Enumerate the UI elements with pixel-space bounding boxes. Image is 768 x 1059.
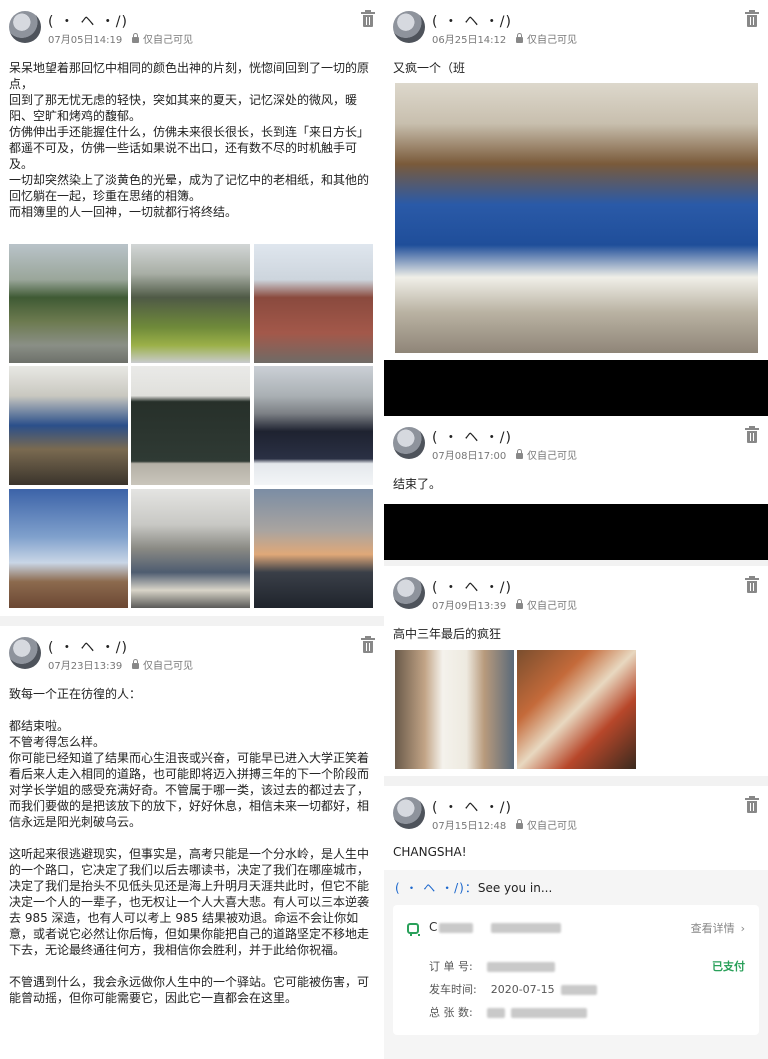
paragraph: 致每一个正在彷徨的人： bbox=[9, 687, 142, 701]
post-text: 又疯一个（班 bbox=[393, 61, 466, 75]
post-card: ( ・ ヘ ・/) 06月25日14:12 仅自己可见 又疯一个（班 bbox=[384, 0, 768, 360]
post-header: ( ・ ヘ ・/) 07月09日13:39 仅自己可见 bbox=[384, 566, 768, 614]
avatar[interactable] bbox=[393, 577, 425, 609]
bus-icon bbox=[407, 923, 420, 936]
chevron-right-icon: › bbox=[740, 922, 745, 935]
post-header: ( ・ ヘ ・/) 07月05日14:19 仅自己可见 bbox=[0, 0, 384, 48]
post-card: ( ・ ヘ ・/) 07月08日17:00 仅自己可见 结束了。 bbox=[384, 416, 768, 504]
post-date: 06月25日14:12 bbox=[432, 35, 507, 46]
redaction-bar bbox=[384, 360, 768, 416]
post-date: 07月05日14:19 bbox=[48, 35, 123, 46]
comment-author[interactable]: ( ・ ヘ ・/)： bbox=[395, 881, 478, 895]
post-header: ( ・ ヘ ・/) 07月15日12:48 仅自己可见 bbox=[384, 786, 768, 834]
avatar[interactable] bbox=[393, 427, 425, 459]
lock-icon bbox=[516, 819, 523, 829]
photo-grid bbox=[9, 244, 373, 608]
paragraph: 都结束啦。 bbox=[9, 719, 70, 733]
delete-icon[interactable] bbox=[361, 10, 375, 28]
post-text: 致每一个正在彷徨的人： 都结束啦。 不管考得怎么样。 你可能已经知道了结果而心生… bbox=[9, 686, 375, 1006]
avatar[interactable] bbox=[9, 11, 41, 43]
lock-icon bbox=[516, 449, 523, 459]
lock-icon bbox=[132, 33, 139, 43]
post-date: 07月23日13:39 bbox=[48, 661, 123, 672]
nickname[interactable]: ( ・ ヘ ・/) bbox=[48, 637, 128, 657]
privacy-label: 仅自己可见 bbox=[132, 31, 193, 46]
comment-text: See you in... bbox=[477, 881, 553, 895]
privacy-label: 仅自己可见 bbox=[516, 817, 577, 832]
post-header: ( ・ ヘ ・/) 06月25日14:12 仅自己可见 bbox=[384, 0, 768, 48]
paragraph: 这听起来很逃避现实，但事实是，高考只能是一个分水岭，是人生中的一个路口，它决定了… bbox=[9, 847, 370, 957]
left-column: ( ・ ヘ ・/) 07月05日14:19 仅自己可见 呆呆地望着那回忆中相同的… bbox=[0, 0, 384, 1059]
privacy-label: 仅自己可见 bbox=[516, 447, 577, 462]
delete-icon[interactable] bbox=[745, 10, 759, 28]
nickname[interactable]: ( ・ ヘ ・/) bbox=[432, 427, 512, 447]
post-text: CHANGSHA! bbox=[393, 845, 467, 859]
order-title: C bbox=[429, 920, 562, 934]
redaction-bar bbox=[384, 504, 768, 560]
post-card: ( ・ ヘ ・/) 07月05日14:19 仅自己可见 呆呆地望着那回忆中相同的… bbox=[0, 0, 384, 616]
nickname[interactable]: ( ・ ヘ ・/) bbox=[432, 797, 512, 817]
post-date: 07月15日12:48 bbox=[432, 821, 507, 832]
photo[interactable] bbox=[395, 650, 514, 769]
order-number-row: 订 单 号: bbox=[429, 958, 555, 974]
paragraph: 不管考得怎么样。 bbox=[9, 735, 106, 749]
lock-icon bbox=[516, 599, 523, 609]
photo[interactable] bbox=[254, 366, 373, 485]
nickname[interactable]: ( ・ ヘ ・/) bbox=[432, 577, 512, 597]
paragraph: 回到了那无忧无虑的轻快，突如其来的夏天，记忆深处的微风，暖阳、空旷和烤鸡的馥郁。 bbox=[9, 93, 358, 123]
right-column: ( ・ ヘ ・/) 06月25日14:12 仅自己可见 又疯一个（班 ( ・ ヘ… bbox=[384, 0, 768, 1059]
post-text: 呆呆地望着那回忆中相同的颜色出神的片刻，恍惚间回到了一切的原点， 回到了那无忧无… bbox=[9, 60, 375, 220]
post-card: ( ・ ヘ ・/) 07月23日13:39 仅自己可见 致每一个正在彷徨的人： … bbox=[0, 626, 384, 1059]
delete-icon[interactable] bbox=[745, 426, 759, 444]
paragraph: 仿佛伸出手还能握住什么，仿佛未来很长很长，长到连「来日方长」都遥不可及，仿佛一些… bbox=[9, 125, 370, 171]
photo[interactable] bbox=[9, 489, 128, 608]
train-order-card[interactable]: C 查看详情 › 订 单 号: 已支付 发车时间: 2020-07-15 总 张 数… bbox=[393, 905, 759, 1035]
photo[interactable] bbox=[395, 83, 758, 353]
nickname[interactable]: ( ・ ヘ ・/) bbox=[48, 11, 128, 31]
avatar[interactable] bbox=[393, 11, 425, 43]
post-header: ( ・ ヘ ・/) 07月08日17:00 仅自己可见 bbox=[384, 416, 768, 464]
paragraph: 不管遇到什么，我会永远做你人生中的一个驿站。它可能被伤害，可能曾动摇，但你可能需… bbox=[9, 975, 370, 1005]
delete-icon[interactable] bbox=[745, 576, 759, 594]
post-date: 07月08日17:00 bbox=[432, 451, 507, 462]
privacy-label: 仅自己可见 bbox=[132, 657, 193, 672]
post-card: ( ・ ヘ ・/) 07月09日13:39 仅自己可见 高中三年最后的疯狂 bbox=[384, 566, 768, 776]
photo[interactable] bbox=[131, 366, 250, 485]
payment-status: 已支付 bbox=[712, 960, 745, 973]
photo[interactable] bbox=[9, 366, 128, 485]
post-header: ( ・ ヘ ・/) 07月23日13:39 仅自己可见 bbox=[0, 626, 384, 674]
delete-icon[interactable] bbox=[745, 796, 759, 814]
photo[interactable] bbox=[254, 244, 373, 363]
avatar[interactable] bbox=[9, 637, 41, 669]
ticket-count-row: 总 张 数: bbox=[429, 1004, 587, 1020]
nickname[interactable]: ( ・ ヘ ・/) bbox=[432, 11, 512, 31]
lock-icon bbox=[132, 659, 139, 669]
photo[interactable] bbox=[131, 244, 250, 363]
privacy-label: 仅自己可见 bbox=[516, 597, 577, 612]
photo[interactable] bbox=[131, 489, 250, 608]
photo[interactable] bbox=[254, 489, 373, 608]
details-link[interactable]: 查看详情 › bbox=[691, 920, 745, 936]
comment[interactable]: ( ・ ヘ ・/)：See you in... bbox=[395, 879, 552, 896]
post-date: 07月09日13:39 bbox=[432, 601, 507, 612]
post-text: 结束了。 bbox=[393, 477, 442, 491]
lock-icon bbox=[516, 33, 523, 43]
privacy-label: 仅自己可见 bbox=[516, 31, 577, 46]
paragraph: 呆呆地望着那回忆中相同的颜色出神的片刻，恍惚间回到了一切的原点， bbox=[9, 61, 370, 91]
post-text: 高中三年最后的疯狂 bbox=[393, 627, 502, 641]
avatar[interactable] bbox=[393, 797, 425, 829]
departure-row: 发车时间: 2020-07-15 bbox=[429, 981, 597, 997]
paragraph: 你可能已经知道了结果而心生沮丧或兴奋，可能早已进入大学正笑着看后来人走入相同的道… bbox=[9, 751, 370, 829]
paragraph: 一切却突然染上了淡黄色的光晕，成为了记忆中的老相纸，和其他的回忆躺在一起，珍重在… bbox=[9, 173, 370, 203]
paragraph: 而相簿里的人一回神，一切就都行将终结。 bbox=[9, 205, 238, 219]
photo[interactable] bbox=[517, 650, 636, 769]
photo[interactable] bbox=[9, 244, 128, 363]
delete-icon[interactable] bbox=[361, 636, 375, 654]
